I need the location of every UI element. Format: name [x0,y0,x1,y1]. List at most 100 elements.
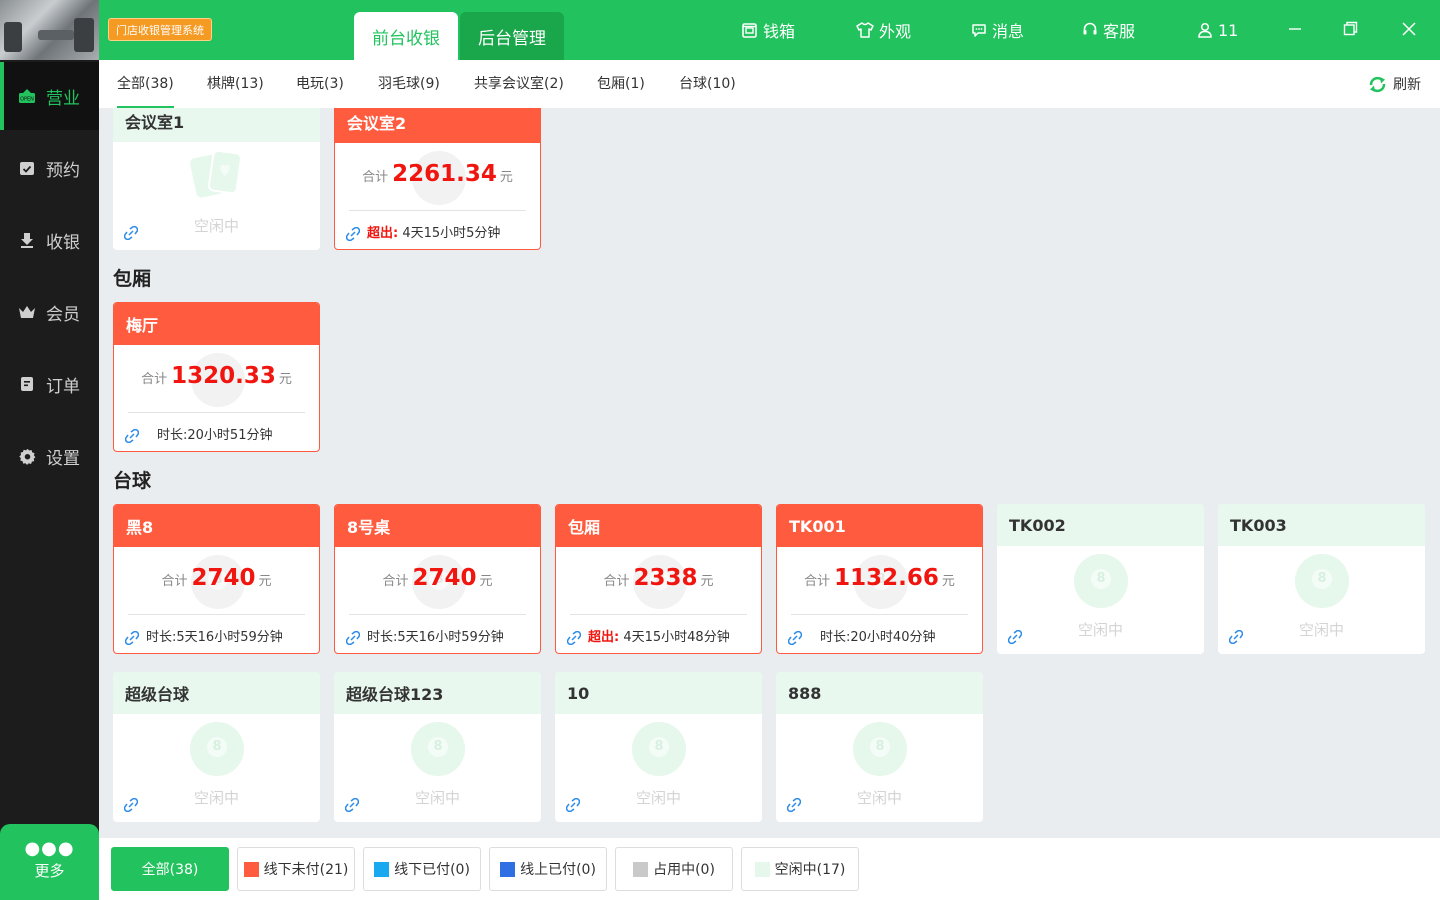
filter-tab-meeting-room[interactable]: 共享会议室(2) [474,60,564,108]
store-photo [0,0,99,60]
filter-tab-chess[interactable]: 棋牌(13) [207,60,264,108]
table-name: 梅厅 [114,303,319,345]
link-icon[interactable] [344,797,360,813]
link-icon[interactable] [565,797,581,813]
billiard-ball-icon [411,722,465,776]
table-card[interactable]: 10 空闲中 [555,672,762,822]
sidebar-item-orders[interactable]: 订单 [0,350,99,418]
more-dots-icon: ●●● [24,837,75,859]
link-icon[interactable] [566,630,582,646]
section-title-private-room: 包厢 [113,268,152,290]
cash-download-icon [18,231,36,249]
sidebar-item-member[interactable]: 会员 [0,278,99,346]
total-amount: 2740 [412,565,477,591]
table-name: 包厢 [556,505,761,547]
sidebar-item-label: 预约 [46,160,80,181]
color-swatch [754,861,770,877]
table-card[interactable]: TK002 空闲中 [997,504,1204,654]
table-card[interactable]: 888 空闲中 [776,672,983,822]
table-name: 10 [555,672,762,714]
table-name: 888 [776,672,983,714]
minimize-button[interactable] [1275,0,1315,60]
table-card[interactable]: TK003 空闲中 [1218,504,1425,654]
appearance-button[interactable]: 外观 [856,0,911,60]
billiard-ball-icon [853,722,907,776]
sidebar-item-cashier[interactable]: 收银 [0,206,99,274]
elapsed-time: 超出: 4天15小时5分钟 [367,226,501,241]
filter-tab-badminton[interactable]: 羽毛球(9) [378,60,440,108]
filter-tab-private-room[interactable]: 包厢(1) [597,60,645,108]
user-icon [1197,22,1213,38]
shirt-icon [856,22,874,38]
total-amount: 2338 [633,565,698,591]
link-icon[interactable] [345,630,361,646]
sidebar-item-reservation[interactable]: 预约 [0,134,99,202]
link-icon[interactable] [123,225,139,241]
table-card[interactable]: 梅厅 合计 1320.33 元 时长:20小时51分钟 [113,302,320,452]
table-name: 会议室2 [335,108,540,143]
table-card[interactable]: 超级台球 空闲中 [113,672,320,822]
link-icon[interactable] [123,797,139,813]
top-bar: 门店收银管理系统 前台收银 后台管理 钱箱 外观 消息 客服 11 [99,0,1440,60]
total-amount: 2261.34 [392,161,497,187]
cashbox-button[interactable]: 钱箱 [741,0,795,60]
color-swatch [633,861,649,877]
filter-tab-all[interactable]: 全部(38) [117,60,174,108]
table-name: 8号桌 [335,505,540,547]
table-card[interactable]: 包厢 合计2338元 超出: 4天15小时48分钟 [555,504,762,654]
idle-status: 空闲中 [635,789,681,807]
link-icon[interactable] [124,630,140,646]
order-doc-icon [18,375,36,393]
color-swatch [374,861,390,877]
store-badge: 门店收银管理系统 [108,18,212,41]
elapsed-time: 时长:5天16小时59分钟 [146,630,283,645]
link-icon[interactable] [787,630,803,646]
filter-tab-games[interactable]: 电玩(3) [296,60,344,108]
link-icon[interactable] [786,797,802,813]
link-icon[interactable] [124,428,140,444]
table-card[interactable]: 超级台球123 空闲中 [334,672,541,822]
tab-back-office[interactable]: 后台管理 [460,12,564,60]
total-amount: 1320.33 [171,363,276,389]
table-name: 超级台球123 [334,672,541,714]
billiard-ball-icon [632,722,686,776]
table-card[interactable]: TK001 合计1132.66元 时长:20小时40分钟 [776,504,983,654]
more-button[interactable]: ●●● 更多 [0,824,99,900]
messages-button[interactable]: 消息 [971,0,1024,60]
sidebar-item-business[interactable]: OPEN 营业 [0,62,99,130]
table-name: TK003 [1218,504,1425,546]
status-filter-idle[interactable]: 空闲中(17) [741,847,859,891]
status-filter-offline-unpaid[interactable]: 线下未付(21) [237,847,355,891]
tab-front-cashier[interactable]: 前台收银 [354,12,458,60]
message-icon [971,23,987,38]
table-card[interactable]: 会议室2 合计 2261.34 元 超出: 4天15小时5分钟 [334,108,541,250]
status-filter-offline-paid[interactable]: 线下已付(0) [363,847,481,891]
restore-icon [1343,21,1358,40]
status-filter-online-paid[interactable]: 线上已付(0) [489,847,607,891]
table-card[interactable]: 黑8 合计2740元 时长:5天16小时59分钟 [113,504,320,654]
refresh-button[interactable]: 刷新 [1368,60,1421,108]
table-card[interactable]: 8号桌 合计2740元 时长:5天16小时59分钟 [334,504,541,654]
billiard-ball-icon [1295,554,1349,608]
link-icon[interactable] [345,226,361,242]
customer-service-button[interactable]: 客服 [1082,0,1135,60]
sidebar-item-settings[interactable]: 设置 [0,422,99,490]
elapsed-time: 时长:5天16小时59分钟 [367,630,504,645]
billiard-ball-icon [190,722,244,776]
link-icon[interactable] [1007,629,1023,645]
idle-status: 空闲中 [856,789,902,807]
sidebar-item-label: 订单 [46,376,80,397]
status-filter-all[interactable]: 全部(38) [111,847,229,891]
elapsed-time: 时长:20小时51分钟 [157,428,273,443]
sidebar: OPEN 营业 预约 收银 会员 订单 设置 ●●● 更多 [0,0,99,900]
restore-button[interactable] [1330,0,1370,60]
open-sign-icon: OPEN [18,87,36,105]
user-account-button[interactable]: 11 [1197,0,1238,60]
status-filter-occupied[interactable]: 占用中(0) [615,847,733,891]
link-icon[interactable] [1228,629,1244,645]
idle-status: 空闲中 [193,789,239,807]
filter-tab-billiards[interactable]: 台球(10) [679,60,736,108]
table-card[interactable]: 会议室1 空闲中 [113,108,320,250]
total-amount: 2740 [191,565,256,591]
close-button[interactable] [1389,0,1429,60]
